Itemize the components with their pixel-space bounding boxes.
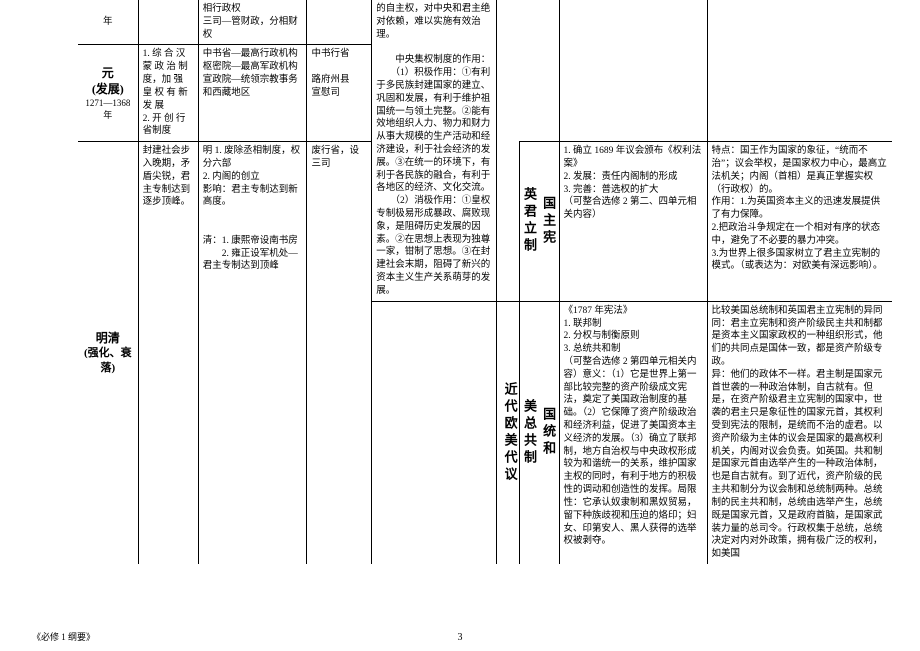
center-vert-text: 近代欧美代议 bbox=[501, 382, 519, 484]
cell-b-empty1 bbox=[138, 0, 198, 45]
cell-mq-b: 封建社会步入晚期，矛盾尖锐，君主专制达到逐步顶峰。 bbox=[138, 142, 198, 564]
mq-title: 明清 bbox=[82, 330, 134, 346]
cell-effects: 的自主权，对中央和君主绝对依赖，难以实施有效治理。 中央集权制度的作用： （1）… bbox=[372, 0, 497, 301]
cell-yuan-b: 1. 综 合 汉 蒙 政 治 制度，加 强 皇 权 有 新 发 展 2. 开 创… bbox=[138, 45, 198, 142]
cell-mq-title: 明清 (强化、衰落) bbox=[78, 142, 138, 564]
cell-us-head1: 美总共制 bbox=[520, 301, 539, 564]
cell-g2-gap1 bbox=[538, 0, 559, 142]
cell-d-empty1 bbox=[307, 0, 372, 45]
cell-mq-d: 废行省，设三司 bbox=[307, 142, 372, 564]
cell-year-cont: 年 bbox=[78, 0, 138, 45]
cell-uk-h: 1. 确立 1689 年议会颁布《权利法案》 2. 发展：责任内阁制的形成 3.… bbox=[559, 142, 707, 302]
cell-mq-c: 明 1. 废除丞相制度，权分六部 2. 内阁的创立 影响：君主专制达到新高度。 … bbox=[198, 142, 307, 564]
cell-uk-head2: 国主宪 bbox=[538, 142, 559, 302]
mq-sub: (强化、衰落) bbox=[82, 346, 134, 376]
cell-yuan-title: 元 (发展) 1271—1368 年 bbox=[78, 45, 138, 142]
cell-us-i: 比较美国总统制和英国君主立宪制的异同 同：君主立宪制和资产阶级民主共和制都是资本… bbox=[707, 301, 892, 564]
cell-i-gap1 bbox=[707, 0, 892, 142]
cell-us-head2: 国统和 bbox=[538, 301, 559, 564]
cell-yuan-d: 中书行省 路府州县 宣慰司 bbox=[307, 45, 372, 142]
cell-uk-head1: 英君立制 bbox=[520, 142, 539, 302]
footer-page: 3 bbox=[458, 632, 463, 643]
cell-center-vert: 近代欧美代议 bbox=[497, 301, 520, 564]
yuan-years: 1271—1368 年 bbox=[82, 97, 134, 121]
yuan-sub: (发展) bbox=[82, 81, 134, 97]
footer-series: 《必修 1 纲要》 bbox=[32, 630, 95, 643]
cell-e-empty2 bbox=[372, 301, 497, 564]
cell-uk-i: 特点：国王作为国家的象征，“统而不治”；议会举权，是国家权力中心，最高立法机关；… bbox=[707, 142, 892, 302]
cell-us-h: 《1787 年宪法》 1. 联邦制 2. 分权与制衡原则 3. 总统共和制 （可… bbox=[559, 301, 707, 564]
cell-f-gap bbox=[497, 0, 520, 301]
cell-c-row1: 相行政权 三司—管财政，分相财权 bbox=[198, 0, 307, 45]
cell-yuan-c: 中书省—最高行政机构 枢密院—最高军政机构 宣政院—统领宗教事务和西藏地区 bbox=[198, 45, 307, 142]
cell-h-gap1 bbox=[559, 0, 707, 142]
yuan-title: 元 bbox=[82, 65, 134, 81]
cell-g-gap1 bbox=[520, 0, 539, 142]
